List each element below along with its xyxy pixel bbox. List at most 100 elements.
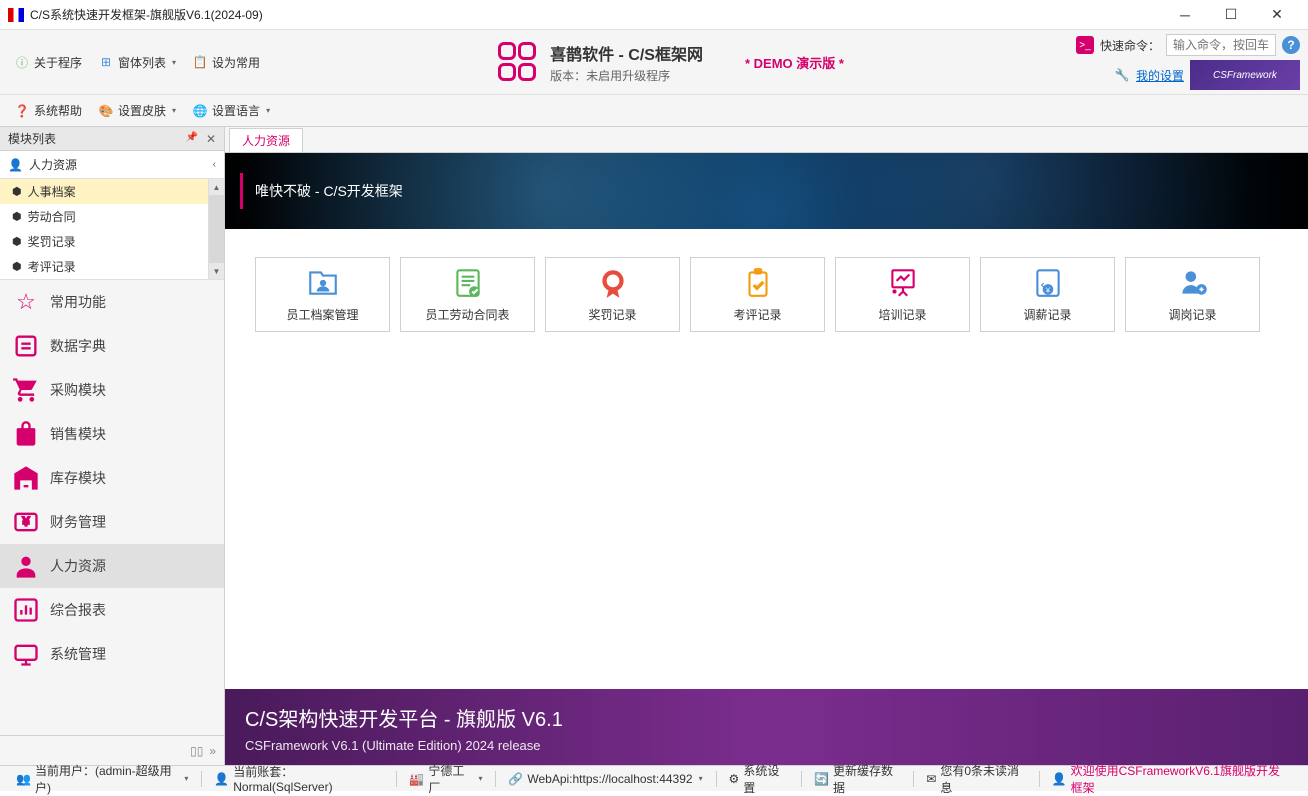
window-title: C/S系统快速开发框架-旗舰版V6.1(2024-09): [30, 6, 1162, 23]
quick-command-input[interactable]: [1166, 34, 1276, 56]
data-icon: [12, 332, 40, 360]
wrench-icon: 🔧: [1114, 67, 1130, 83]
brand-logo-icon: [498, 42, 538, 82]
module-common[interactable]: ☆常用功能: [0, 280, 224, 324]
status-factory[interactable]: 🏭 宁德工厂 ▾: [401, 766, 491, 791]
chart-icon: [12, 596, 40, 624]
chevron-down-icon: ▾: [172, 106, 176, 115]
chevron-down-icon: ▾: [699, 774, 703, 783]
demo-badge: * DEMO 演示版 *: [745, 53, 844, 72]
status-refresh-cache[interactable]: 🔄 更新缓存数据: [806, 766, 909, 791]
system-help-button[interactable]: ❓ 系统帮助: [8, 99, 88, 122]
about-button[interactable]: ⓘ 关于程序: [8, 51, 88, 74]
clipboard-icon: 📋: [192, 54, 208, 70]
gear-icon: ⚙: [729, 772, 740, 786]
toolbar: ⓘ 关于程序 ⊞ 窗体列表 ▾ 📋 设为常用 喜鹊软件 - C/S框架网 版本：…: [0, 30, 1308, 127]
cube-icon: ⬢: [12, 235, 22, 248]
brand-area: 喜鹊软件 - C/S框架网 版本：未启用升级程序 * DEMO 演示版 *: [498, 41, 844, 84]
sidebar-item-personnel[interactable]: ⬢ 人事档案: [0, 179, 208, 204]
tiles-grid: 员工档案管理 员工劳动合同表 奖罚记录 考评记录 培训记录 ¥ 调薪记录: [225, 229, 1308, 360]
app-icon: [8, 8, 24, 22]
minimize-button[interactable]: ─: [1162, 1, 1208, 29]
people-icon: [12, 552, 40, 580]
presentation-icon: [886, 266, 920, 300]
tile-evaluation-record[interactable]: 考评记录: [690, 257, 825, 332]
clipboard-check-icon: [741, 266, 775, 300]
folder-person-icon: [306, 266, 340, 300]
status-account: 👤 当前账套：Normal(SqlServer): [206, 766, 392, 791]
svg-text:¥: ¥: [22, 516, 30, 529]
sidebar-section-header[interactable]: 👤 人力资源 ‹: [0, 151, 224, 179]
set-default-button[interactable]: 📋 设为常用: [186, 51, 266, 74]
tools-icon: [12, 640, 40, 668]
account-icon: 👤: [214, 772, 229, 786]
window-list-button[interactable]: ⊞ 窗体列表 ▾: [92, 51, 182, 74]
status-user[interactable]: 👥 当前用户：(admin-超级用户) ▾: [8, 766, 197, 791]
module-reports[interactable]: 综合报表: [0, 588, 224, 632]
chevron-down-icon: ▾: [266, 106, 270, 115]
factory-icon: 🏭: [409, 772, 424, 786]
banner-accent: [240, 173, 243, 209]
tile-position-adjust[interactable]: 调岗记录: [1125, 257, 1260, 332]
sidebar-modules: ☆常用功能 数据字典 采购模块 销售模块 库存模块 ¥财务管理 人力资源 综合报…: [0, 280, 224, 735]
user-icon: 👥: [16, 772, 31, 786]
sidebar-title: 模块列表: [8, 130, 56, 147]
scroll-down-icon[interactable]: ▼: [209, 263, 224, 279]
terminal-icon: >_: [1076, 36, 1094, 54]
set-skin-button[interactable]: 🎨 设置皮肤 ▾: [92, 99, 182, 122]
refresh-icon: 🔄: [814, 772, 829, 786]
person-icon: 👤: [8, 158, 23, 172]
info-icon: ⓘ: [14, 54, 30, 70]
footer-subtitle: CSFramework V6.1 (Ultimate Edition) 2024…: [245, 738, 1288, 753]
pin-icon[interactable]: 📌: [185, 132, 197, 146]
person-icon: 👤: [1052, 772, 1067, 786]
my-settings-link[interactable]: 我的设置: [1136, 67, 1184, 84]
module-purchase[interactable]: 采购模块: [0, 368, 224, 412]
bag-icon: [12, 420, 40, 448]
module-inventory[interactable]: 库存模块: [0, 456, 224, 500]
tile-training-record[interactable]: 培训记录: [835, 257, 970, 332]
sidebar-items: ⬢ 人事档案 ⬢ 劳动合同 ⬢ 奖罚记录 ⬢ 考评记录 ▲ ▼: [0, 179, 224, 280]
tile-salary-adjust[interactable]: ¥ 调薪记录: [980, 257, 1115, 332]
more-icon[interactable]: »: [209, 744, 216, 758]
statusbar: 👥 当前用户：(admin-超级用户) ▾ 👤 当前账套：Normal(SqlS…: [0, 765, 1308, 791]
mail-icon: ✉: [926, 772, 936, 786]
module-system[interactable]: 系统管理: [0, 632, 224, 676]
cube-icon: ⬢: [12, 260, 22, 273]
module-sales[interactable]: 销售模块: [0, 412, 224, 456]
tab-hr[interactable]: 人力资源: [229, 128, 303, 152]
sidebar-item-evaluation[interactable]: ⬢ 考评记录: [0, 254, 208, 279]
status-welcome: 👤 欢迎使用CSFrameworkV6.1旗舰版开发框架: [1044, 766, 1300, 791]
set-language-button[interactable]: 🌐 设置语言 ▾: [186, 99, 276, 122]
globe-icon: 🌐: [192, 103, 208, 119]
content-banner: 唯快不破 - C/S开发框架: [225, 153, 1308, 229]
chevron-left-icon: ‹: [213, 159, 216, 170]
cube-icon: ⬢: [12, 210, 22, 223]
sidebar-item-reward[interactable]: ⬢ 奖罚记录: [0, 229, 208, 254]
help-icon[interactable]: ?: [1282, 36, 1300, 54]
footer-title: C/S架构快速开发平台 - 旗舰版 V6.1: [245, 703, 1288, 732]
module-dictionary[interactable]: 数据字典: [0, 324, 224, 368]
stack-icon[interactable]: ▯▯: [190, 744, 203, 758]
module-hr[interactable]: 人力资源: [0, 544, 224, 588]
salary-icon: ¥: [1031, 266, 1065, 300]
status-messages[interactable]: ✉ 您有0条未读消息: [918, 766, 1034, 791]
tile-labor-contract[interactable]: 员工劳动合同表: [400, 257, 535, 332]
sidebar-scrollbar[interactable]: ▲ ▼: [208, 179, 224, 279]
cube-icon: ⬢: [12, 185, 22, 198]
quick-command-label: 快速命令：: [1100, 37, 1160, 54]
tile-reward-record[interactable]: 奖罚记录: [545, 257, 680, 332]
close-button[interactable]: ✕: [1254, 1, 1300, 29]
tile-employee-archive[interactable]: 员工档案管理: [255, 257, 390, 332]
maximize-button[interactable]: ☐: [1208, 1, 1254, 29]
csframework-banner[interactable]: CSFramework: [1190, 60, 1300, 90]
sidebar-close-icon[interactable]: ✕: [206, 132, 216, 146]
sidebar-item-contract[interactable]: ⬢ 劳动合同: [0, 204, 208, 229]
content-area: 人力资源 唯快不破 - C/S开发框架 员工档案管理 员工劳动合同表 奖罚记录 …: [225, 127, 1308, 765]
banner-text: 唯快不破 - C/S开发框架: [255, 181, 403, 201]
module-finance[interactable]: ¥财务管理: [0, 500, 224, 544]
status-system-settings[interactable]: ⚙ 系统设置: [721, 766, 798, 791]
status-webapi[interactable]: 🔗 WebApi:https://localhost:44392 ▾: [500, 766, 711, 791]
star-icon: ☆: [12, 288, 40, 316]
scroll-up-icon[interactable]: ▲: [209, 179, 224, 195]
